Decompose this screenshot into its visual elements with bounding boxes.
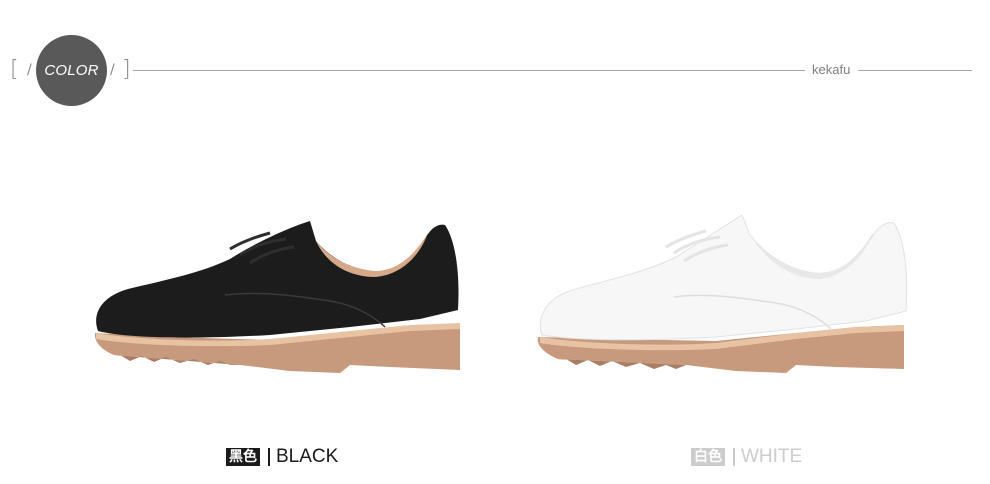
- left-bracket-open: [: [10, 57, 19, 82]
- white-separator: [733, 448, 735, 466]
- color-circle: COLOR: [36, 35, 107, 106]
- black-shoe-image: [94, 221, 460, 373]
- white-badge: 白色: [691, 448, 725, 466]
- white-shoe-image: [537, 214, 908, 373]
- header-divider-right: [858, 70, 972, 71]
- black-caption: 黑色 BLACK: [226, 446, 338, 468]
- black-shoe-upper: [96, 221, 459, 338]
- right-slash: /: [110, 62, 115, 78]
- left-slash: /: [27, 62, 32, 78]
- black-badge: 黑色: [226, 448, 260, 466]
- header-divider-left: [133, 70, 805, 71]
- white-shoe-upper: [539, 214, 908, 341]
- white-caption: 白色 WHITE: [691, 446, 802, 468]
- black-separator: [268, 448, 270, 466]
- color-label: COLOR: [44, 62, 99, 79]
- header: [ / COLOR / ] kekafu: [0, 0, 990, 120]
- right-bracket-close: ]: [122, 57, 131, 82]
- brand-name: kekafu: [812, 62, 851, 77]
- black-name: BLACK: [276, 446, 339, 467]
- white-name: WHITE: [741, 446, 803, 467]
